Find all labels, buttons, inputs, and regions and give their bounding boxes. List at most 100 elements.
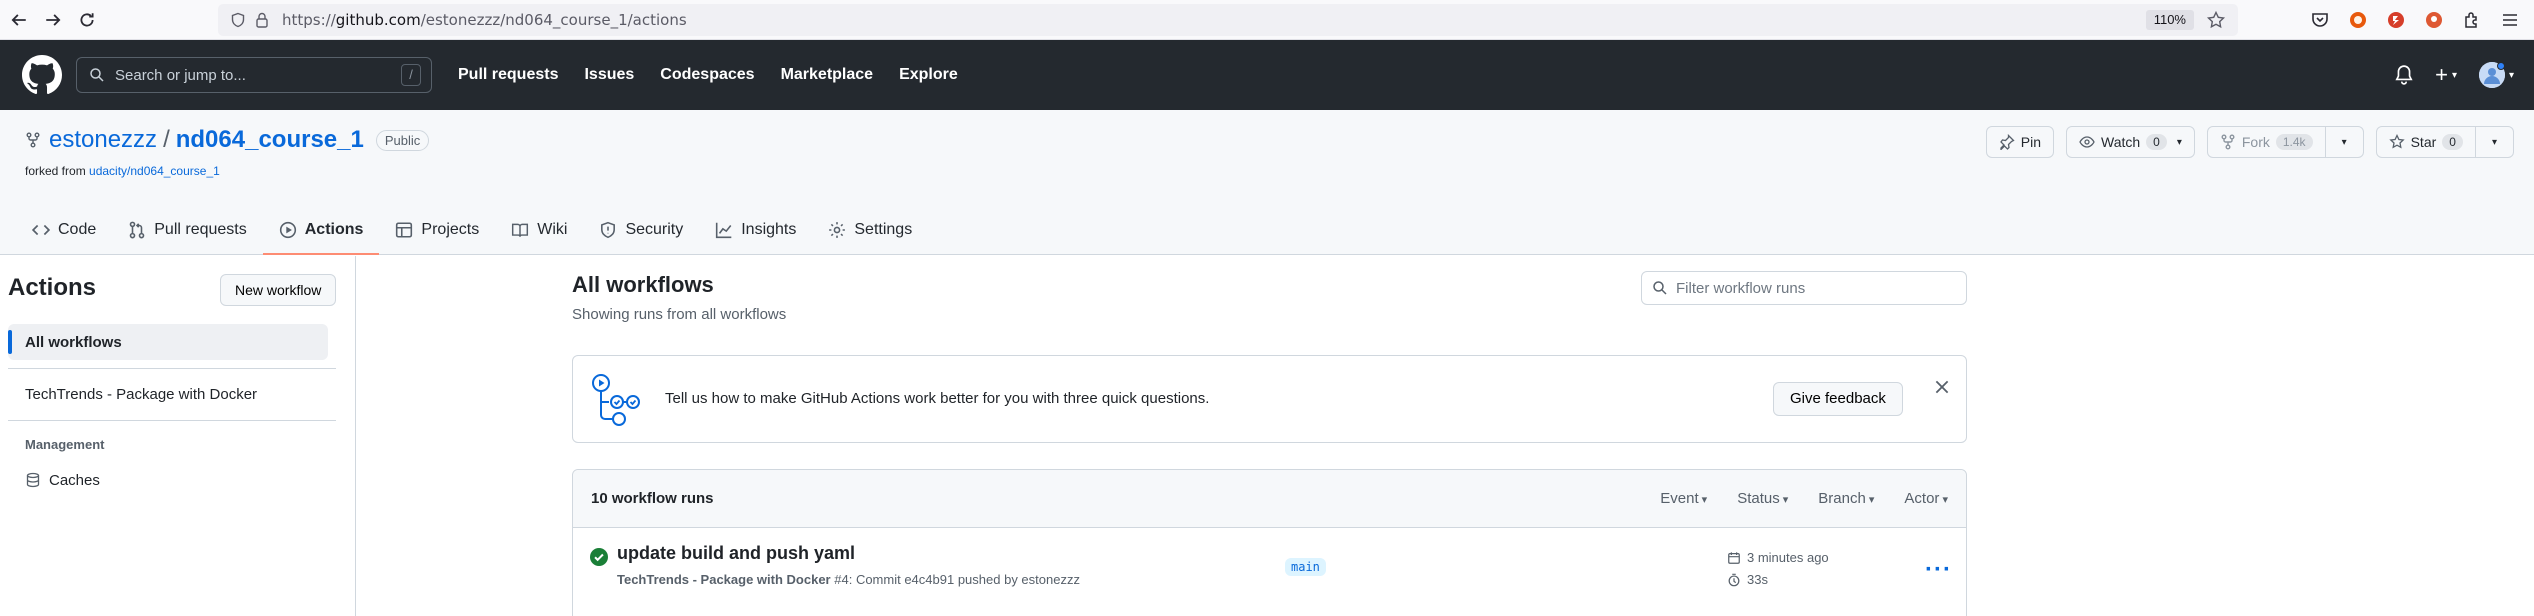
zoom-badge[interactable]: 110% <box>2145 10 2194 30</box>
tab-insights[interactable]: Insights <box>699 206 812 254</box>
tab-security[interactable]: Security <box>583 206 699 254</box>
status-filter-dropdown[interactable]: Status <box>1737 490 1788 507</box>
table-icon <box>396 222 413 238</box>
nav-pull-requests[interactable]: Pull requests <box>458 66 558 84</box>
workflow-runs-list: 10 workflow runs Event Status Branch Act… <box>572 469 1967 616</box>
bell-icon[interactable] <box>2395 65 2413 85</box>
reload-icon[interactable] <box>72 5 102 35</box>
tab-actions-label: Actions <box>304 221 364 238</box>
shield-icon[interactable] <box>228 10 248 30</box>
chevron-down-icon: ▾ <box>2508 69 2514 81</box>
workflow-run-duration: 33s <box>1727 572 1768 587</box>
sidebar-item-all-workflows[interactable]: All workflows <box>8 324 328 360</box>
url-text[interactable]: https://github.com/estonezzz/nd064_cours… <box>282 11 687 29</box>
event-filter-dropdown[interactable]: Event <box>1660 490 1707 507</box>
page-subtitle: Showing runs from all workflows <box>572 306 787 323</box>
repo-owner-link[interactable]: estonezzz <box>49 126 157 154</box>
extension-red-icon[interactable] <box>2382 6 2410 34</box>
feedback-text: Tell us how to make GitHub Actions work … <box>665 390 1210 407</box>
visibility-badge: Public <box>375 129 430 151</box>
hamburger-menu-icon[interactable] <box>2496 6 2524 34</box>
sidebar-item-caches[interactable]: Caches <box>8 462 328 498</box>
workflow-run-time: 3 minutes ago <box>1727 550 1829 565</box>
fork-dropdown-button[interactable]: ▾ <box>2324 127 2363 157</box>
tab-settings-label: Settings <box>854 221 913 238</box>
play-icon <box>279 221 296 239</box>
workflow-run-workflow-name: TechTrends - Package with Docker <box>617 572 831 587</box>
chevron-down-icon: ▾ <box>2451 69 2457 81</box>
forked-source-link[interactable]: udacity/nd064_course_1 <box>89 164 220 178</box>
workflow-run-row[interactable]: update build and push yaml TechTrends - … <box>573 528 1966 612</box>
tab-settings[interactable]: Settings <box>812 206 928 254</box>
pocket-icon[interactable] <box>2306 6 2334 34</box>
tab-projects[interactable]: Projects <box>379 206 495 254</box>
management-section-label: Management <box>25 437 105 452</box>
kebab-horizontal-icon[interactable]: ··· <box>1925 556 1952 584</box>
chevron-down-icon: ▾ <box>2491 136 2497 148</box>
url-bar[interactable]: https://github.com/estonezzz/nd064_cours… <box>218 4 2238 36</box>
user-menu[interactable]: ▾ <box>2478 62 2514 88</box>
book-icon <box>512 223 529 237</box>
tab-security-label: Security <box>625 221 684 238</box>
filter-placeholder: Filter workflow runs <box>1676 279 1806 297</box>
close-icon[interactable] <box>1933 378 1951 396</box>
gear-icon <box>829 222 846 238</box>
git-pull-request-icon <box>129 221 145 239</box>
chevron-down-icon: ▾ <box>2341 136 2347 148</box>
watch-button[interactable]: Watch 0 ▾ <box>2066 126 2195 158</box>
nav-marketplace[interactable]: Marketplace <box>781 66 874 84</box>
plus-icon: + <box>2435 62 2448 87</box>
bookmark-star-icon[interactable] <box>2206 10 2226 30</box>
tab-actions[interactable]: Actions <box>262 206 380 255</box>
back-icon[interactable] <box>4 5 34 35</box>
workflow-illustration-icon <box>592 374 640 426</box>
forked-from: forked from udacity/nd064_course_1 <box>25 164 220 178</box>
new-workflow-button[interactable]: New workflow <box>220 274 337 306</box>
url-path: /estonezzz/nd064_course_1/actions <box>420 11 687 29</box>
nav-explore[interactable]: Explore <box>899 66 958 84</box>
star-label: Star <box>2410 134 2437 150</box>
extension-orange-icon[interactable] <box>2344 6 2372 34</box>
pin-button[interactable]: Pin <box>1985 126 2054 158</box>
branch-filter-dropdown[interactable]: Branch <box>1818 490 1874 507</box>
pin-label: Pin <box>2020 134 2041 150</box>
workflow-run-number: #4 <box>834 572 849 587</box>
sidebar-item-label: All workflows <box>25 333 122 351</box>
tab-code[interactable]: Code <box>16 206 112 254</box>
star-dropdown-button[interactable]: ▾ <box>2474 127 2513 157</box>
duckduckgo-icon[interactable] <box>2420 6 2448 34</box>
github-logo-icon[interactable] <box>22 55 62 95</box>
forward-icon[interactable] <box>38 5 68 35</box>
watch-label: Watch <box>2101 134 2141 150</box>
actor-filter-dropdown[interactable]: Actor <box>1904 490 1948 507</box>
extensions-puzzle-icon[interactable] <box>2458 6 2486 34</box>
fork-count: 1.4k <box>2275 134 2313 150</box>
star-button[interactable]: Star 0 ▾ <box>2375 126 2514 158</box>
nav-codespaces[interactable]: Codespaces <box>660 66 754 84</box>
calendar-icon <box>1728 551 1740 564</box>
global-search-input[interactable]: Search or jump to... / <box>76 57 432 93</box>
workflow-run-duration-text: 33s <box>1747 572 1768 587</box>
sidebar-item-techtrends-workflow[interactable]: TechTrends - Package with Docker <box>8 376 328 412</box>
repo-name-link[interactable]: nd064_course_1 <box>176 126 364 154</box>
fork-button[interactable]: Fork 1.4k ▾ <box>2206 126 2364 158</box>
workflow-run-commit-info: : Commit e4c4b91 pushed by estonezzz <box>848 572 1080 587</box>
create-new-menu[interactable]: + ▾ <box>2435 62 2457 88</box>
watch-count: 0 <box>2146 134 2167 150</box>
give-feedback-button[interactable]: Give feedback <box>1773 382 1903 416</box>
repo-title: estonezzz / nd064_course_1 Public <box>25 126 430 154</box>
tab-pull-requests[interactable]: Pull requests <box>112 206 263 254</box>
lock-icon[interactable] <box>252 10 272 30</box>
repo-header: estonezzz / nd064_course_1 Public forked… <box>0 110 2534 255</box>
forked-from-label: forked from <box>25 164 86 178</box>
pin-icon <box>1999 134 2015 150</box>
sidebar-divider <box>8 420 336 421</box>
browser-toolbar: https://github.com/estonezzz/nd064_cours… <box>0 0 2534 40</box>
branch-label[interactable]: main <box>1285 558 1326 576</box>
filter-workflow-runs-input[interactable]: Filter workflow runs <box>1641 271 1967 305</box>
tab-wiki[interactable]: Wiki <box>495 206 583 254</box>
nav-issues[interactable]: Issues <box>584 66 634 84</box>
star-icon <box>2388 134 2405 149</box>
search-shortcut-key: / <box>401 64 421 86</box>
workflow-run-title[interactable]: update build and push yaml <box>617 543 855 564</box>
